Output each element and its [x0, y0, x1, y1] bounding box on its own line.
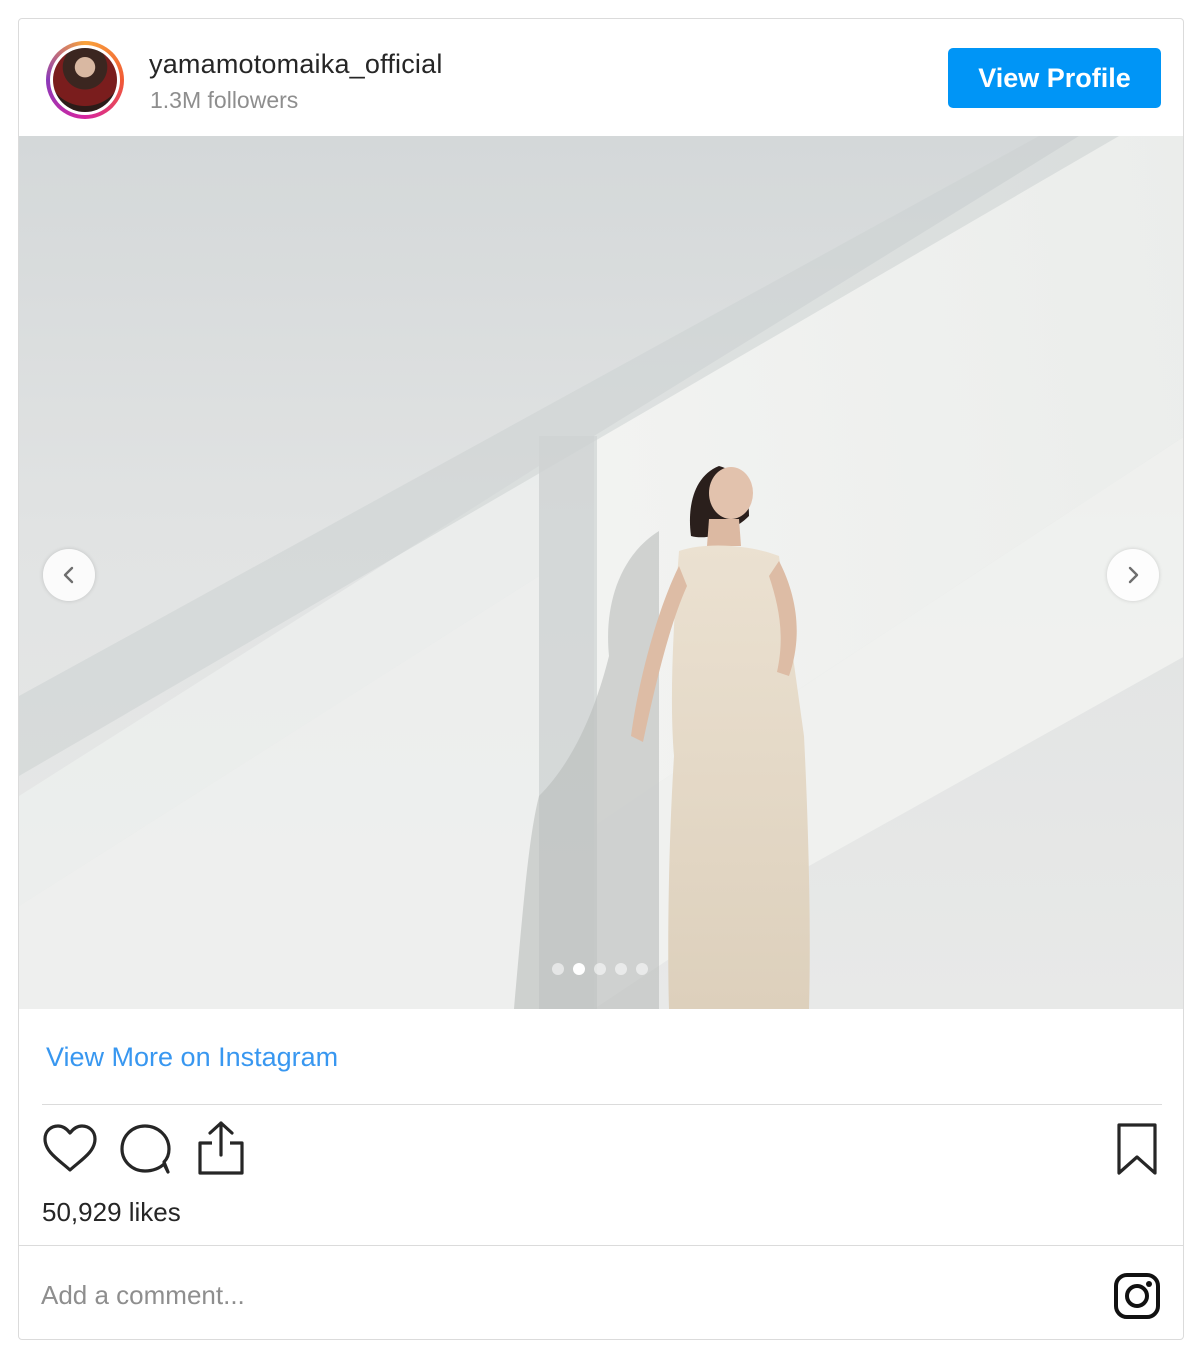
follower-count: 1.3M followers [150, 87, 299, 113]
post-photo[interactable] [19, 136, 1183, 1009]
share-icon[interactable] [196, 1119, 246, 1177]
carousel-dot [615, 963, 627, 975]
chevron-right-icon [1128, 566, 1139, 584]
carousel-indicators [552, 963, 648, 975]
heart-icon[interactable] [41, 1122, 99, 1174]
comment-icon[interactable] [118, 1122, 174, 1176]
instagram-icon[interactable] [1112, 1271, 1162, 1321]
post-header: yamamotomaika_official 1.3M followers Vi… [19, 19, 1183, 136]
username[interactable]: yamamotomaika_official [149, 49, 443, 80]
view-profile-button[interactable]: View Profile [948, 48, 1161, 108]
avatar-image [53, 48, 117, 112]
carousel-next-button[interactable] [1107, 549, 1159, 601]
carousel-dot [552, 963, 564, 975]
likes-count[interactable]: 50,929 likes [42, 1197, 181, 1228]
comment-input[interactable] [41, 1275, 1091, 1315]
divider [42, 1104, 1162, 1105]
photo-scene [19, 136, 1183, 1009]
avatar[interactable] [46, 41, 124, 119]
bookmark-icon[interactable] [1115, 1121, 1159, 1177]
carousel-dot [636, 963, 648, 975]
carousel-dot [594, 963, 606, 975]
instagram-embed-card: yamamotomaika_official 1.3M followers Vi… [18, 18, 1184, 1340]
divider [19, 1245, 1183, 1246]
carousel-dot [573, 963, 585, 975]
chevron-left-icon [63, 566, 74, 584]
view-more-link[interactable]: View More on Instagram [46, 1042, 338, 1073]
carousel-prev-button[interactable] [43, 549, 95, 601]
